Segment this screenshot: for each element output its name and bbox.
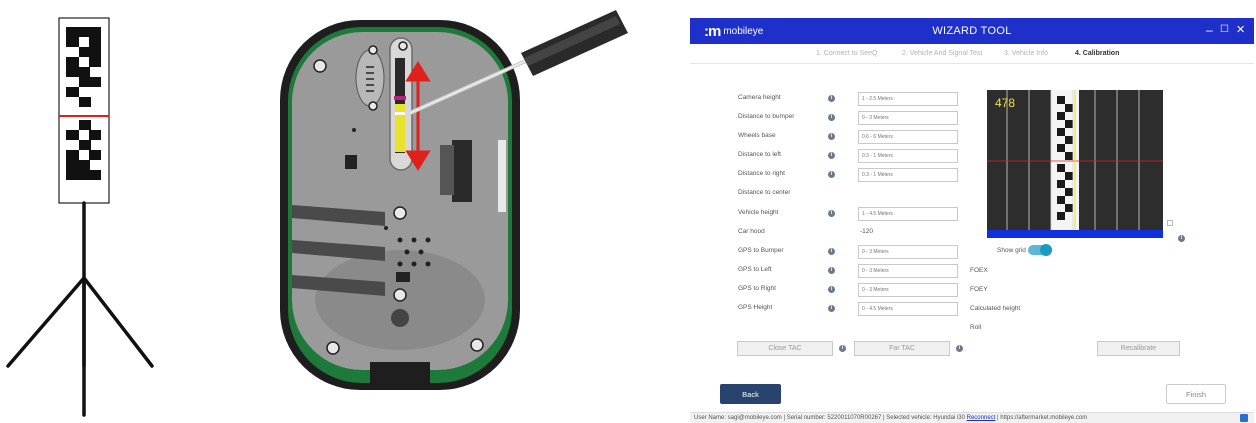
reconnect-link[interactable]: Reconnect xyxy=(967,415,996,421)
gps-to-left-input[interactable] xyxy=(858,264,958,278)
info-icon[interactable]: i xyxy=(828,152,835,159)
window-title: WIZARD TOOL xyxy=(932,25,1012,37)
vehicle-height-input[interactable] xyxy=(858,207,958,221)
label-gps-to-bumper: GPS to Bumper xyxy=(738,247,784,254)
label-gps-to-left: GPS to Left xyxy=(738,266,772,273)
camera-height-input[interactable] xyxy=(858,92,958,106)
wizard-tool-window: :m mobileye WIZARD TOOL – ☐ ✕ 1. Connect… xyxy=(690,18,1254,423)
label-distance-to-right: Distance to right xyxy=(738,170,785,177)
scroll-handle[interactable] xyxy=(1167,220,1173,226)
back-button[interactable]: Back xyxy=(720,384,781,404)
step-connect-seeq[interactable]: 1. Connect to SeeQ xyxy=(816,50,877,57)
foey-label: FOEY xyxy=(970,286,988,293)
info-icon[interactable]: i xyxy=(956,345,963,352)
label-wheels-base: Wheels base xyxy=(738,132,776,139)
roll-label: Roll xyxy=(970,324,982,331)
finish-button[interactable]: Finish xyxy=(1166,384,1226,404)
info-icon[interactable]: i xyxy=(839,345,846,352)
step-vehicle-info[interactable]: 3. Vehicle Info xyxy=(1004,50,1048,57)
status-bar: User Name: sagi@mobileye.com | Serial nu… xyxy=(690,412,1254,423)
info-icon[interactable]: i xyxy=(828,210,835,217)
show-grid-label: Show grid xyxy=(997,247,1026,254)
far-tac-button[interactable]: Far TAC xyxy=(854,341,950,356)
gps-to-right-input[interactable] xyxy=(858,283,958,297)
label-distance-to-left: Distance to left xyxy=(738,151,781,158)
distance-to-right-input[interactable] xyxy=(858,168,958,182)
label-camera-height: Camera height xyxy=(738,94,781,101)
calculated-height-label: Calculated height xyxy=(970,305,1021,312)
info-icon[interactable]: i xyxy=(828,267,835,274)
info-icon[interactable]: i xyxy=(828,286,835,293)
wheels-base-input[interactable] xyxy=(858,130,958,144)
car-hood-value: -120 xyxy=(860,228,874,235)
info-icon[interactable]: i xyxy=(828,171,835,178)
info-icon[interactable]: i xyxy=(828,114,835,121)
distance-to-left-input[interactable] xyxy=(858,149,958,163)
camera-frame xyxy=(987,90,1163,238)
info-icon[interactable]: i xyxy=(828,305,835,312)
gps-to-bumper-input[interactable] xyxy=(858,245,958,259)
minimize-button[interactable]: – xyxy=(1206,23,1213,37)
gps-height-input[interactable] xyxy=(858,302,958,316)
ground-strip xyxy=(987,230,1163,238)
status-user-name: User Name: sagi@mobileye.com xyxy=(694,415,782,421)
status-serial-number: Serial number: 5220011070R00267 xyxy=(786,415,882,421)
step-vehicle-signal-test[interactable]: 2. Vehicle And Signal Test xyxy=(902,50,982,57)
camera-device-illustration xyxy=(280,10,628,390)
close-button[interactable]: ✕ xyxy=(1236,23,1245,36)
stepper-divider xyxy=(690,63,1254,64)
info-icon[interactable]: i xyxy=(1178,235,1185,242)
status-url: https://aftermarket.mobileye.com xyxy=(1000,415,1088,421)
show-grid-toggle[interactable] xyxy=(1028,244,1052,256)
toggle-knob xyxy=(1040,244,1052,256)
info-icon[interactable]: i xyxy=(828,133,835,140)
status-selected-vehicle: Selected vehicle: Hyundai i30 xyxy=(886,415,965,421)
foex-label: FOEX xyxy=(970,267,988,274)
close-tac-button[interactable]: Close TAC xyxy=(737,341,833,356)
slider-yellow-zone xyxy=(395,104,405,152)
label-gps-to-right: GPS to Right xyxy=(738,285,776,292)
title-bar: :m mobileye WIZARD TOOL – ☐ ✕ xyxy=(690,18,1254,44)
frame-number: 478 xyxy=(995,96,1016,110)
info-icon[interactable]: i xyxy=(828,95,835,102)
center-screw-icon xyxy=(391,309,409,327)
tripod xyxy=(6,201,154,417)
maximize-button[interactable]: ☐ xyxy=(1220,24,1229,35)
info-icon[interactable]: i xyxy=(828,248,835,255)
step-calibration[interactable]: 4. Calibration xyxy=(1075,50,1119,57)
save-icon[interactable] xyxy=(1240,414,1248,422)
distance-to-bumper-input[interactable] xyxy=(858,111,958,125)
slider-marker xyxy=(394,96,406,100)
camera-preview[interactable]: 478 xyxy=(987,90,1163,238)
recalibrate-button[interactable]: Recalibrate xyxy=(1097,341,1180,356)
label-gps-height: GPS Height xyxy=(738,304,773,311)
label-distance-to-center: Distance to center xyxy=(738,189,791,196)
label-car-hood: Car hood xyxy=(738,228,765,235)
label-vehicle-height: Vehicle height xyxy=(738,209,779,216)
calibration-target-illustration xyxy=(6,17,154,417)
wizard-stepper: 1. Connect to SeeQ 2. Vehicle And Signal… xyxy=(690,48,1254,62)
label-distance-to-bumper: Distance to bumper xyxy=(738,113,795,120)
